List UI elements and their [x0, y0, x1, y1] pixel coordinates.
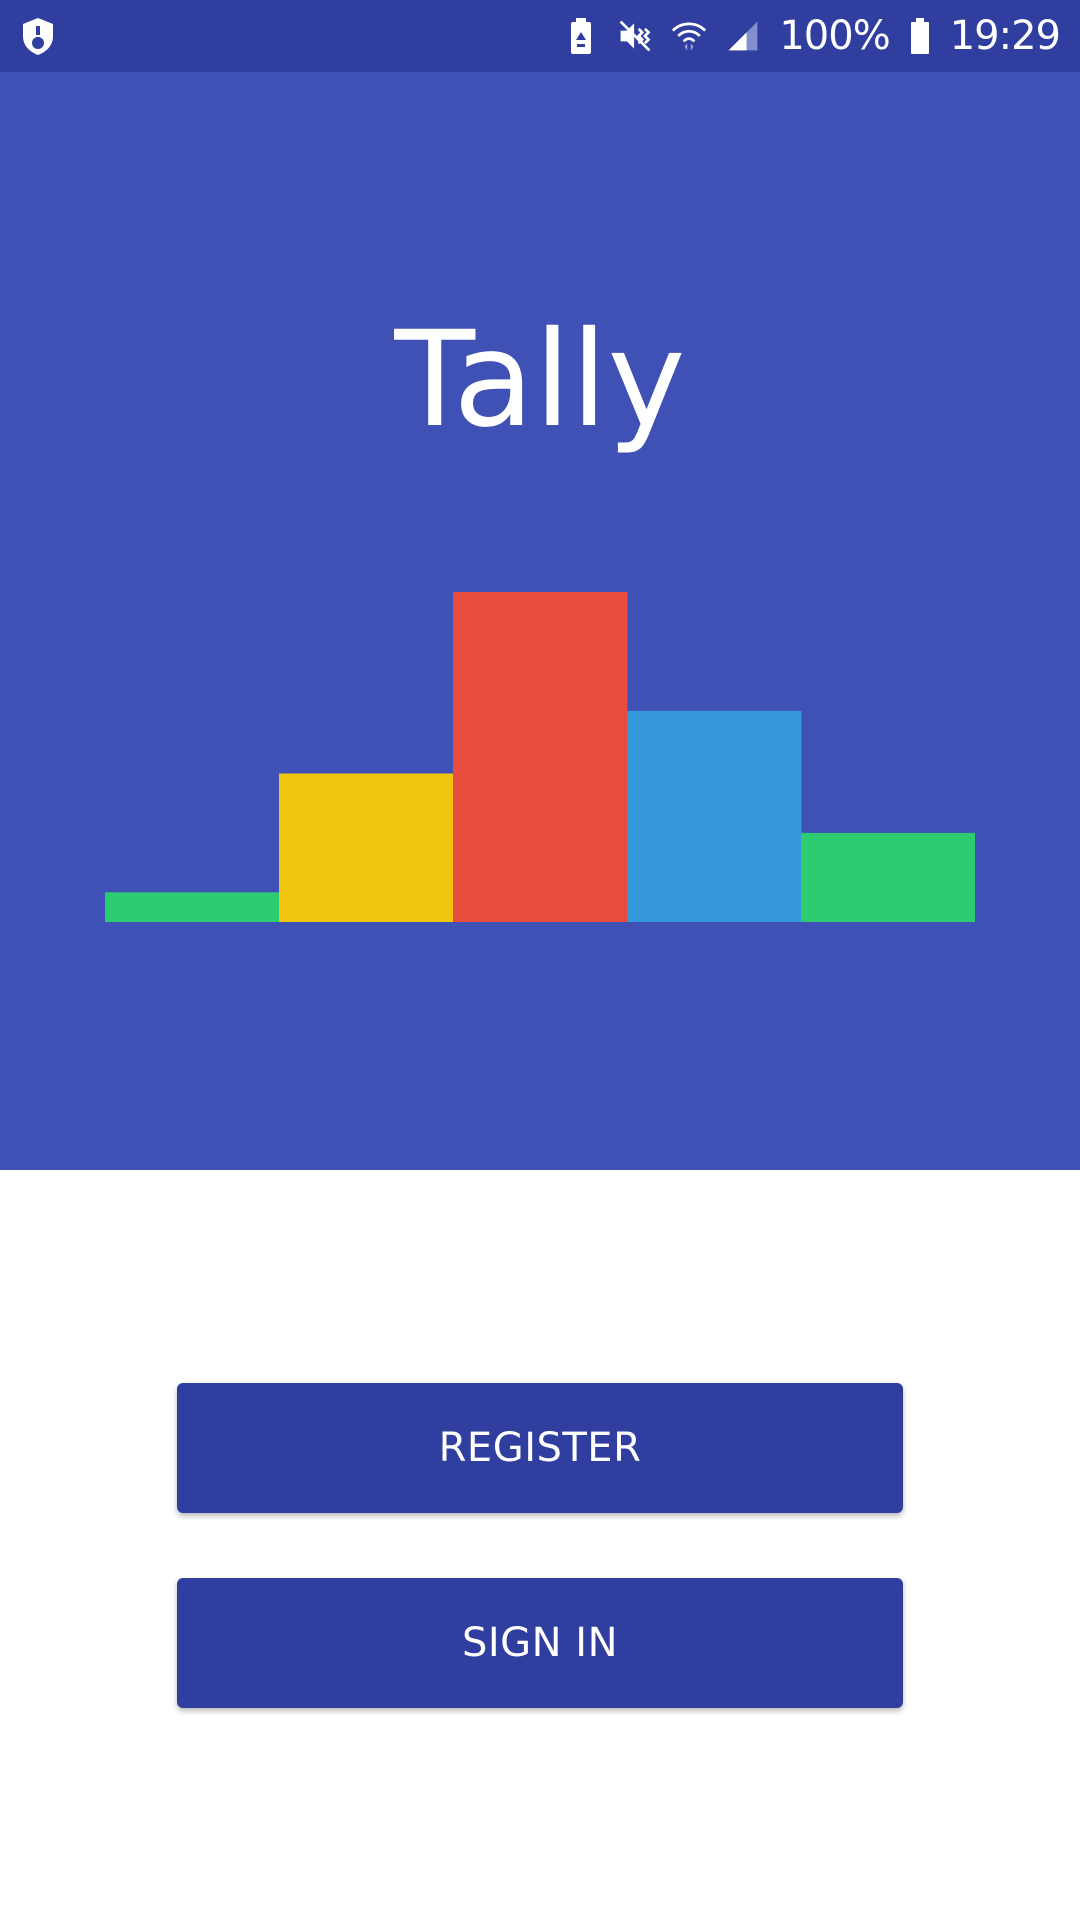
app-title: Tally: [394, 303, 686, 457]
logo-bar: [453, 592, 628, 922]
battery-percentage: 100%: [779, 13, 890, 59]
clock: 19:29: [949, 13, 1061, 59]
logo-bar: [105, 892, 280, 922]
status-icons: 100% 19:29: [563, 0, 1061, 72]
battery-icon: [910, 18, 929, 54]
logo-bar: [279, 773, 454, 922]
register-button[interactable]: REGISTER: [177, 1383, 903, 1513]
wifi-icon: [672, 22, 707, 51]
status-bar: 100% 19:29: [0, 0, 1080, 72]
logo-bar: [627, 710, 802, 922]
logo-bar: [801, 832, 975, 922]
shield-icon: [20, 16, 56, 56]
battery-saver-icon: [571, 18, 592, 54]
sign-in-button[interactable]: SIGN IN: [177, 1578, 903, 1708]
cellular-signal-icon: [728, 21, 758, 51]
app-logo-bars: [105, 592, 975, 922]
hero-banner: Tally: [0, 72, 1080, 1170]
vibrate-mute-icon: [620, 20, 651, 52]
